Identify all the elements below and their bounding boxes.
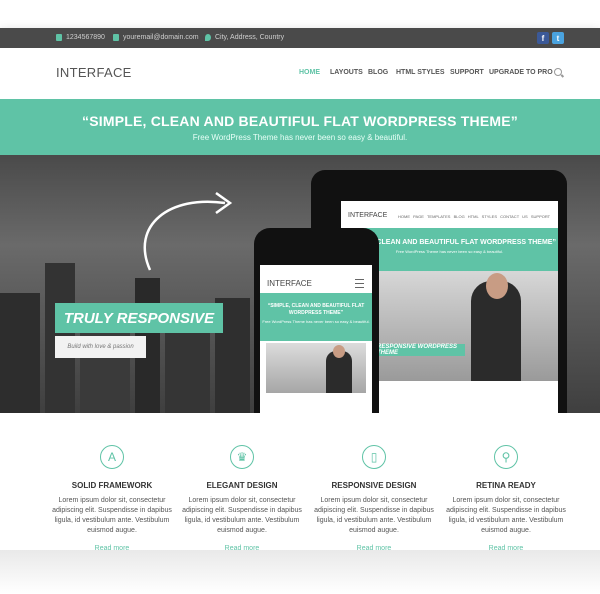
read-more-link[interactable]: Read more [42, 545, 182, 552]
phone-logo: INTERFACE [267, 279, 312, 288]
phone-photo [266, 343, 366, 393]
mail-icon [113, 34, 119, 41]
phone-contact: 1234567890 [56, 34, 105, 41]
app-store-icon: A [100, 445, 124, 469]
read-more-link[interactable]: Read more [436, 545, 576, 552]
phone-title: “SIMPLE, CLEAN AND BEAUTIFUL FLAT WORDPR… [267, 303, 365, 316]
businessman-head [486, 273, 508, 299]
feature-title: RESPONSIVE DESIGN [331, 481, 417, 490]
truly-responsive-badge: TRULY RESPONSIVE [55, 303, 223, 333]
building [0, 293, 40, 413]
site-logo[interactable]: INTERFACE [56, 65, 132, 80]
hero-title: “SIMPLE, CLEAN AND BEAUTIFUL FLAT WORDPR… [82, 113, 518, 129]
address-text: City, Address, Country [215, 34, 285, 41]
nav-upgrade-to-pro[interactable]: UPGRADE TO PRO [489, 69, 553, 76]
tablet-badge: RESPONSIVE WORDPRESS THEME [377, 344, 465, 356]
phone-screen: INTERFACE “SIMPLE, CLEAN AND BEAUTIFUL F… [260, 265, 372, 413]
hero-subtitle: Free WordPress Theme has never been so e… [192, 133, 408, 142]
twitter-icon[interactable]: t [552, 32, 564, 44]
nav-support[interactable]: SUPPORT [450, 69, 484, 76]
tablet-logo: INTERFACE [348, 212, 388, 219]
building [165, 323, 210, 413]
tagline: Build with love & passion [55, 336, 146, 358]
nav-html-styles[interactable]: HTML STYLES [396, 69, 444, 76]
address-contact: City, Address, Country [205, 34, 284, 41]
feature-description: Lorem ipsum dolor sit, consectetur adipi… [182, 497, 302, 534]
businessman-head [333, 345, 345, 358]
phone-band: “SIMPLE, CLEAN AND BEAUTIFUL FLAT WORDPR… [260, 293, 372, 341]
phone-number: 1234567890 [66, 34, 105, 41]
magnifier-icon: ⚲ [494, 445, 518, 469]
hero-band: “SIMPLE, CLEAN AND BEAUTIFUL FLAT WORDPR… [0, 99, 600, 155]
email-address[interactable]: youremail@domain.com [123, 34, 199, 41]
feature-title: RETINA READY [476, 481, 536, 490]
trophy-icon: ♛ [230, 445, 254, 469]
phone-icon [56, 34, 62, 41]
phone-subtitle: Free WordPress Theme has never been so e… [262, 319, 370, 324]
facebook-icon[interactable]: f [537, 32, 549, 44]
menu-icon [355, 279, 364, 288]
nav-layouts[interactable]: LAYOUTS [330, 69, 363, 76]
read-more-link[interactable]: Read more [304, 545, 444, 552]
top-bar: 1234567890 youremail@domain.com City, Ad… [0, 28, 600, 48]
mobile-icon: ▯ [362, 445, 386, 469]
feature-description: Lorem ipsum dolor sit, consectetur adipi… [314, 497, 434, 534]
feature-title: SOLID FRAMEWORK [71, 481, 153, 490]
nav-home[interactable]: HOME [299, 69, 320, 76]
site-header: INTERFACE HOME LAYOUTS BLOG HTML STYLES … [0, 48, 600, 99]
arrow-sketch-icon [143, 191, 233, 271]
read-more-link[interactable]: Read more [172, 545, 312, 552]
feature-title: ELEGANT DESIGN [206, 481, 278, 490]
location-icon [205, 34, 211, 41]
frame-shadow [0, 550, 600, 594]
feature-description: Lorem ipsum dolor sit, consectetur adipi… [446, 497, 566, 534]
email-contact[interactable]: youremail@domain.com [113, 34, 199, 41]
search-icon[interactable] [554, 68, 562, 76]
feature-description: Lorem ipsum dolor sit, consectetur adipi… [52, 497, 172, 534]
nav-blog[interactable]: BLOG [368, 69, 388, 76]
tablet-nav: HOME PAGE TEMPLATES BLOG HTML STYLES CON… [398, 214, 551, 219]
